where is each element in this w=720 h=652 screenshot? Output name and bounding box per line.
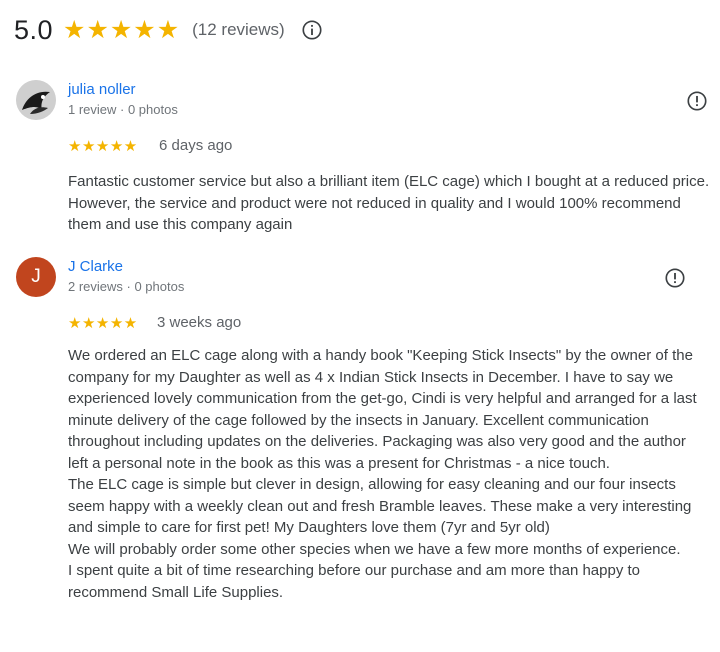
review-paragraph: We ordered an ELC cage along with a hand… <box>68 347 697 472</box>
review-date: 6 days ago <box>159 137 233 154</box>
review-star-rating: ★★★★★ <box>68 315 138 332</box>
info-circle-icon[interactable] <box>301 19 323 41</box>
review-paragraph: The ELC cage is simple but clever in des… <box>68 476 692 536</box>
review-text: We ordered an ELC cage along with a hand… <box>68 345 708 603</box>
avatar[interactable] <box>16 80 56 120</box>
report-flag-icon[interactable] <box>686 90 708 112</box>
average-star-rating: ★★★★★ <box>63 15 181 44</box>
reviewer-meta: 1 review · 0 photos <box>68 102 178 117</box>
average-rating: 5.0 <box>14 14 54 45</box>
profile-photo-icon <box>16 80 56 120</box>
review-count: (12 reviews) <box>192 20 285 39</box>
review-text: Fantastic customer service but also a br… <box>68 171 716 236</box>
review-star-rating: ★★★★★ <box>68 138 138 155</box>
reviewer-name[interactable]: J Clarke <box>68 258 123 275</box>
avatar[interactable]: J <box>16 257 56 297</box>
review-paragraph: We will probably order some other specie… <box>68 540 681 558</box>
reviewer-meta: 2 reviews · 0 photos <box>68 279 185 294</box>
rating-summary: 5.0 ★★★★★ (12 reviews) <box>14 10 323 50</box>
review-paragraph: Fantastic customer service but also a br… <box>68 173 710 233</box>
review-paragraph: I spent quite a bit of time researching … <box>68 562 641 601</box>
review-date: 3 weeks ago <box>157 314 242 331</box>
report-flag-icon[interactable] <box>664 267 686 289</box>
avatar-initial: J <box>31 266 41 287</box>
reviewer-name[interactable]: julia noller <box>68 81 136 98</box>
